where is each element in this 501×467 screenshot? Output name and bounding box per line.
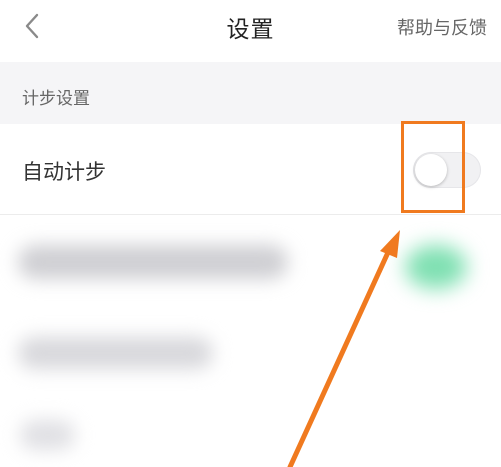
blurred-row-1: [18, 245, 288, 279]
blurred-row-3: [20, 420, 75, 450]
highlight-box: [401, 121, 465, 213]
blurred-row-2: [18, 337, 213, 369]
blurred-toggle: [405, 245, 467, 289]
nav-header: 设置 帮助与反馈: [0, 0, 501, 62]
help-feedback-link[interactable]: 帮助与反馈: [397, 14, 487, 40]
settings-screen: 设置 帮助与反馈 计步设置 自动计步: [0, 0, 501, 467]
section-title: 计步设置: [22, 89, 90, 109]
auto-step-label: 自动计步: [22, 160, 106, 184]
section-header: 计步设置: [0, 62, 501, 124]
blurred-content: [0, 215, 501, 467]
